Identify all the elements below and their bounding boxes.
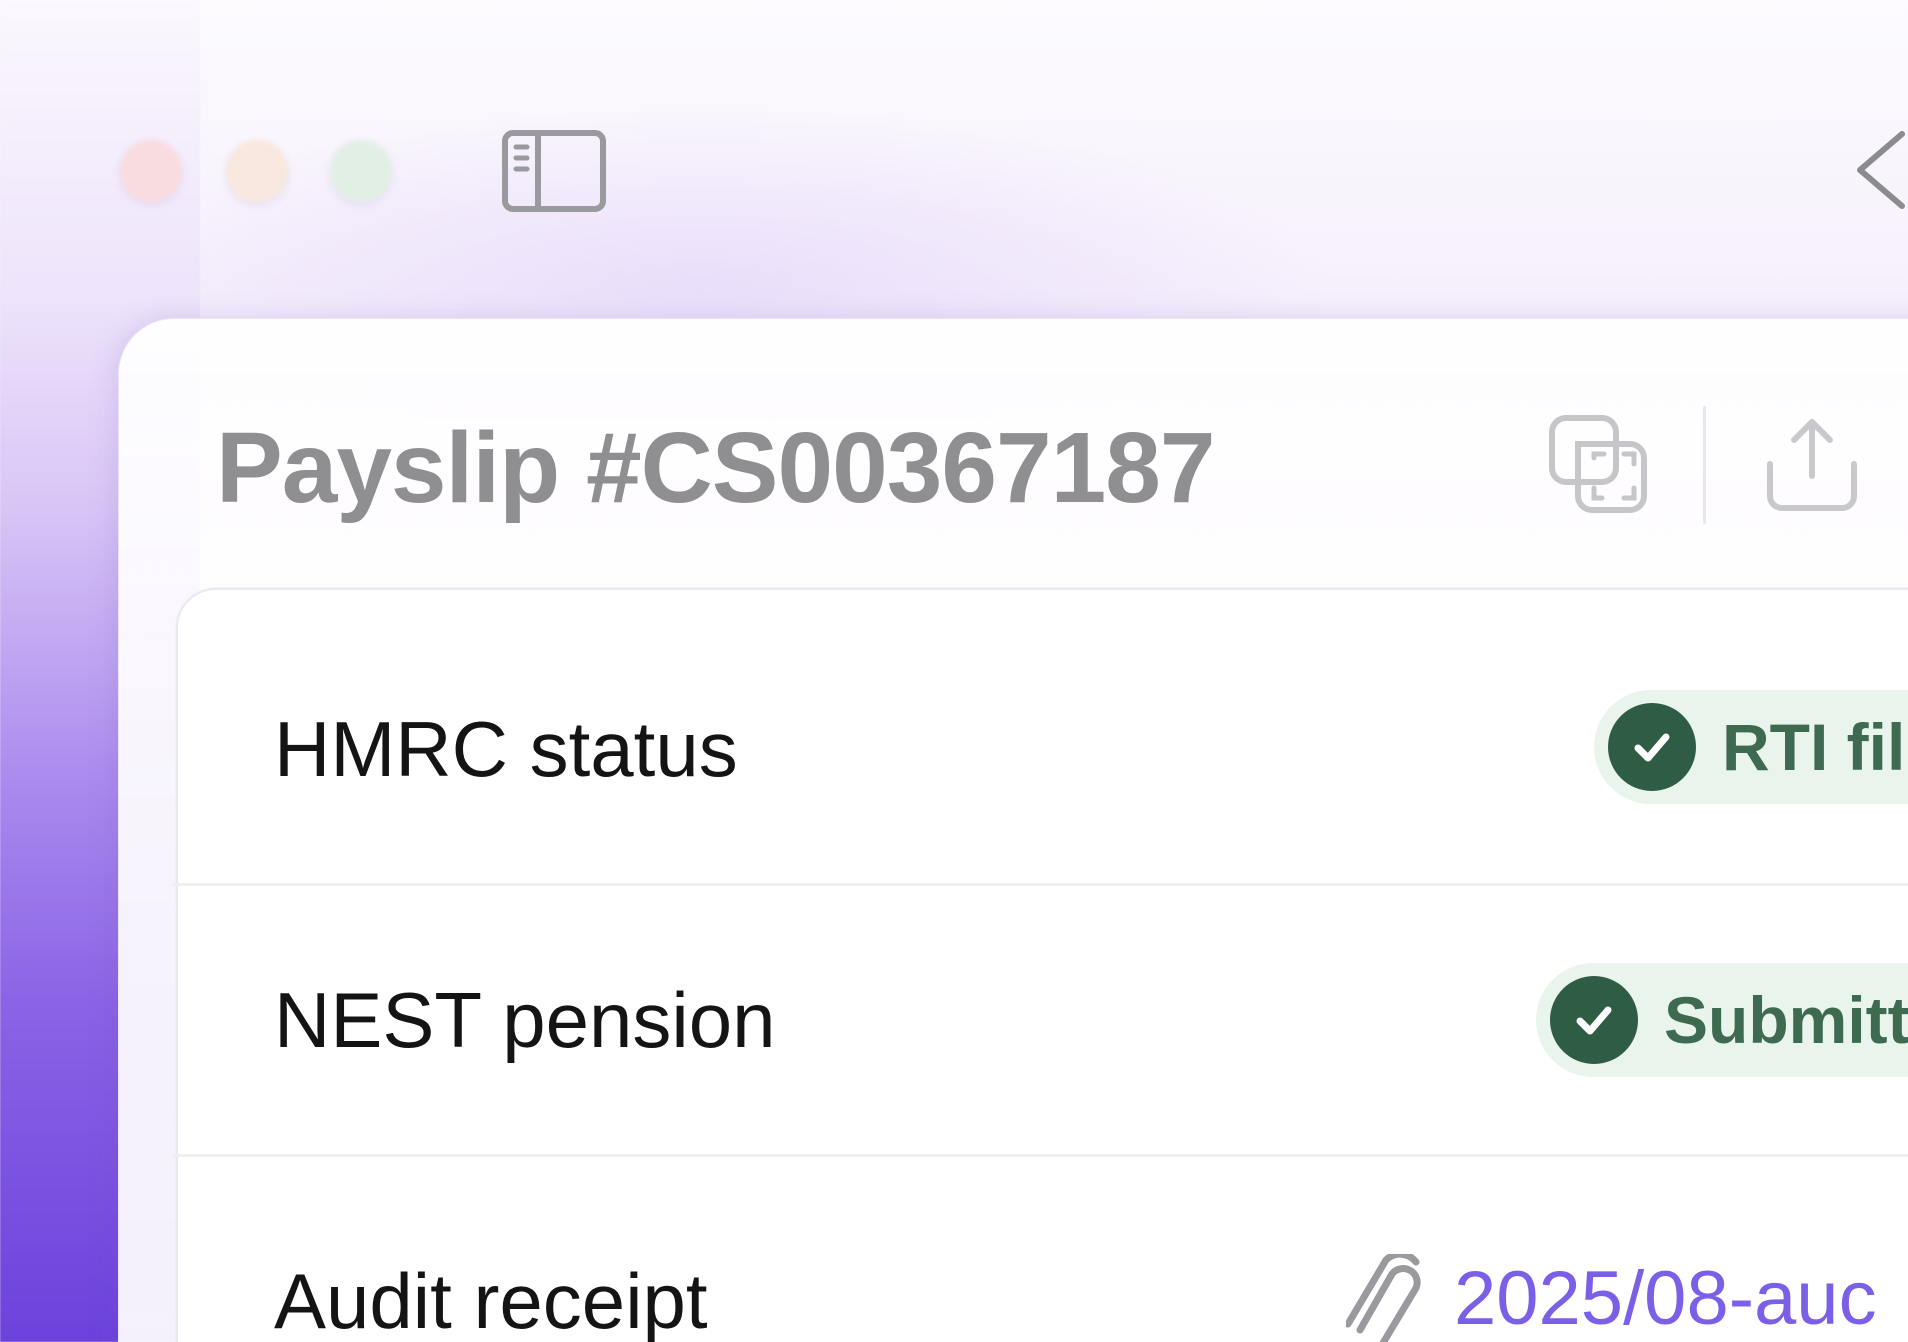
sidebar-toggle-icon	[502, 130, 606, 212]
toolbar-divider	[1703, 406, 1706, 524]
attachment: 2025/08-auc	[1346, 1252, 1877, 1342]
status-badge: RTI fil	[1594, 690, 1908, 804]
titlebar	[0, 0, 1908, 330]
attachment-link[interactable]: 2025/08-auc	[1454, 1254, 1877, 1342]
row-label: Audit receipt	[274, 1257, 708, 1342]
close-window-button[interactable]	[120, 140, 182, 202]
back-button[interactable]	[1850, 128, 1908, 212]
copy-button[interactable]	[1548, 414, 1648, 514]
sidebar-toggle-button[interactable]	[502, 130, 606, 212]
share-icon	[1767, 419, 1857, 511]
row-label: HMRC status	[274, 705, 738, 793]
checkmark-icon	[1608, 703, 1696, 791]
status-badge-text: Submitt	[1664, 983, 1908, 1057]
checkmark-icon	[1550, 976, 1638, 1064]
copy-icon	[1549, 415, 1647, 513]
page-title: Payslip #CS00367187	[216, 412, 1215, 524]
chevron-left-icon	[1857, 131, 1905, 209]
app-window: Payslip #CS00367187 HMRC status RTI fil …	[0, 0, 1908, 1342]
paperclip-icon	[1346, 1254, 1421, 1342]
share-button[interactable]	[1764, 414, 1860, 514]
maximize-window-button[interactable]	[330, 140, 392, 202]
minimize-window-button[interactable]	[226, 140, 288, 202]
row-label: NEST pension	[274, 976, 776, 1064]
status-badge-text: RTI fil	[1722, 710, 1906, 784]
status-badge: Submitt	[1536, 963, 1908, 1077]
